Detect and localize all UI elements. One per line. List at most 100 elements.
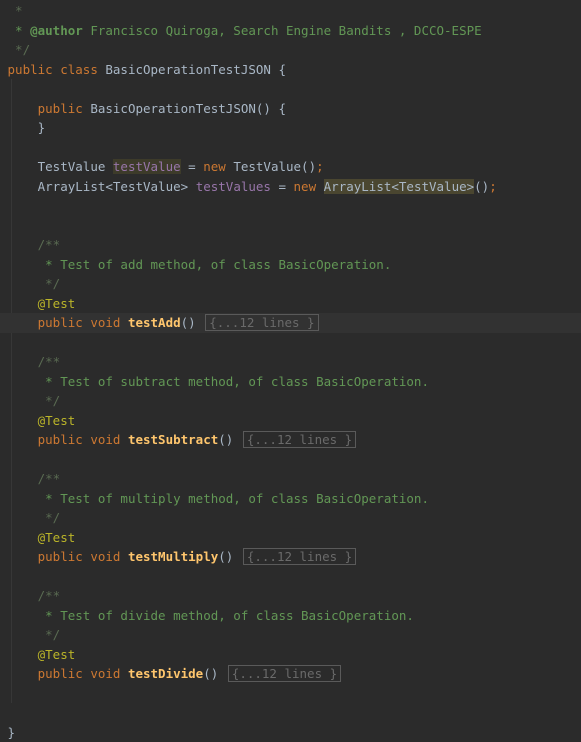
line-gutter: [0, 432, 8, 447]
line-gutter: [0, 257, 8, 272]
code-token: /**: [8, 237, 61, 252]
line-gutter: [0, 627, 8, 642]
code-line[interactable]: */: [0, 625, 581, 645]
code-token: public void: [8, 315, 128, 330]
code-token: new: [294, 179, 324, 194]
code-line[interactable]: */: [0, 274, 581, 294]
code-line[interactable]: }: [0, 723, 581, 742]
code-line[interactable]: @Test: [0, 645, 581, 665]
code-line[interactable]: */: [0, 508, 581, 528]
code-line[interactable]: @Test: [0, 294, 581, 314]
line-gutter: [0, 588, 8, 603]
folded-block-marker[interactable]: {...12 lines }: [243, 548, 356, 565]
code-token: */: [8, 42, 31, 57]
line-gutter: [0, 354, 8, 369]
code-line[interactable]: */: [0, 391, 581, 411]
code-line[interactable]: ArrayList<TestValue> testValues = new Ar…: [0, 177, 581, 197]
code-token: public class: [8, 62, 106, 77]
code-line[interactable]: public void testMultiply() {...12 lines …: [0, 547, 581, 567]
code-line[interactable]: public void testDivide() {...12 lines }: [0, 664, 581, 684]
folded-block-marker[interactable]: {...12 lines }: [243, 431, 356, 448]
code-token: (): [203, 666, 226, 681]
line-gutter: [0, 452, 8, 467]
code-line[interactable]: [0, 138, 581, 158]
code-token: *: [8, 23, 31, 38]
code-line[interactable]: *: [0, 1, 581, 21]
line-gutter: [0, 374, 8, 389]
code-line[interactable]: * Test of multiply method, of class Basi…: [0, 489, 581, 509]
line-gutter: [0, 81, 8, 96]
code-line[interactable]: * @author Francisco Quiroga, Search Engi…: [0, 21, 581, 41]
line-gutter: [0, 510, 8, 525]
code-token: * Test of subtract method, of class Basi…: [8, 374, 429, 389]
code-token: =: [271, 179, 294, 194]
code-token: testValues: [196, 179, 271, 194]
line-gutter: [0, 335, 8, 350]
code-token: TestValue: [8, 159, 113, 174]
line-gutter: [0, 179, 8, 194]
code-line[interactable]: [0, 450, 581, 470]
code-token: testMultiply: [128, 549, 218, 564]
code-token: * Test of divide method, of class BasicO…: [8, 608, 414, 623]
line-gutter: [0, 491, 8, 506]
code-token: testDivide: [128, 666, 203, 681]
code-line[interactable]: /**: [0, 352, 581, 372]
code-line[interactable]: [0, 567, 581, 587]
code-line[interactable]: public void testAdd() {...12 lines }: [0, 313, 581, 333]
code-token: (): [218, 549, 241, 564]
code-token: * Test of add method, of class BasicOper…: [8, 257, 392, 272]
code-token: @Test: [8, 296, 76, 311]
line-gutter: [0, 413, 8, 428]
line-gutter: [0, 608, 8, 623]
code-line[interactable]: * Test of divide method, of class BasicO…: [0, 606, 581, 626]
code-line[interactable]: /**: [0, 586, 581, 606]
code-line[interactable]: public BasicOperationTestJSON() {: [0, 99, 581, 119]
code-token: =: [181, 159, 204, 174]
code-line[interactable]: [0, 684, 581, 704]
line-gutter: [0, 530, 8, 545]
code-line[interactable]: [0, 216, 581, 236]
code-line[interactable]: /**: [0, 469, 581, 489]
code-line[interactable]: * Test of add method, of class BasicOper…: [0, 255, 581, 275]
code-line[interactable]: TestValue testValue = new TestValue();: [0, 157, 581, 177]
code-line[interactable]: public class BasicOperationTestJSON {: [0, 60, 581, 80]
code-token: BasicOperationTestJSON() {: [90, 101, 286, 116]
code-token: @author: [30, 23, 83, 38]
code-token: ArrayList<TestValue>: [324, 179, 475, 194]
code-line[interactable]: */: [0, 40, 581, 60]
code-token: @Test: [8, 530, 76, 545]
code-line[interactable]: public void testSubtract() {...12 lines …: [0, 430, 581, 450]
line-gutter: [0, 725, 8, 740]
code-token: TestValue(): [233, 159, 316, 174]
code-line[interactable]: @Test: [0, 528, 581, 548]
code-token: testSubtract: [128, 432, 218, 447]
code-token: */: [8, 627, 61, 642]
code-token: (): [181, 315, 204, 330]
code-line[interactable]: [0, 79, 581, 99]
code-token: (): [474, 179, 489, 194]
line-gutter: [0, 62, 8, 77]
code-token: testValue: [113, 159, 181, 174]
code-token: *: [8, 3, 23, 18]
folded-block-marker[interactable]: {...12 lines }: [205, 314, 318, 331]
code-line[interactable]: [0, 333, 581, 353]
code-line[interactable]: [0, 196, 581, 216]
line-gutter: [0, 666, 8, 681]
code-token: testAdd: [128, 315, 181, 330]
code-token: (): [218, 432, 241, 447]
code-editor[interactable]: * * @author Francisco Quiroga, Search En…: [0, 0, 581, 713]
code-line[interactable]: /**: [0, 235, 581, 255]
code-line[interactable]: @Test: [0, 411, 581, 431]
code-token: public void: [8, 432, 128, 447]
line-gutter: [0, 42, 8, 57]
code-line[interactable]: * Test of subtract method, of class Basi…: [0, 372, 581, 392]
line-gutter: [0, 218, 8, 233]
line-gutter: [0, 237, 8, 252]
code-token: BasicOperationTestJSON {: [105, 62, 286, 77]
line-gutter: [0, 393, 8, 408]
code-line[interactable]: }: [0, 118, 581, 138]
code-token: @Test: [8, 413, 76, 428]
line-gutter: [0, 120, 8, 135]
code-token: * Test of multiply method, of class Basi…: [8, 491, 429, 506]
folded-block-marker[interactable]: {...12 lines }: [228, 665, 341, 682]
